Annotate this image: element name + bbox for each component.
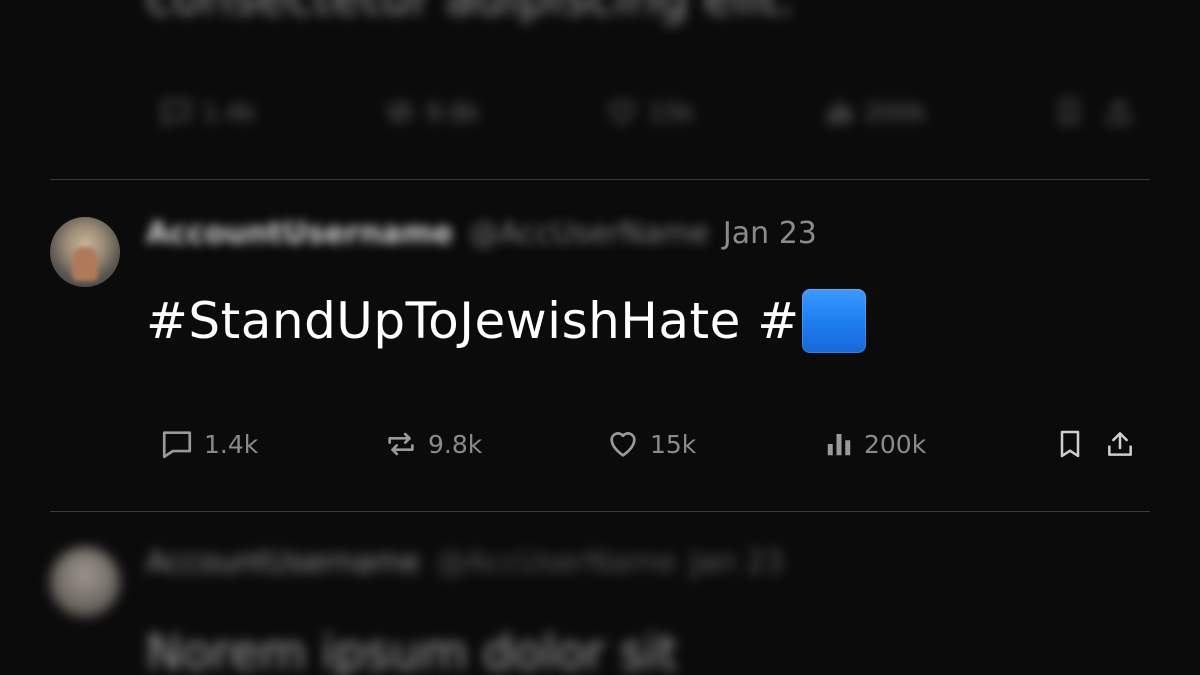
previous-post-text: consectetur adipiscing elit. [146,0,794,26]
divider-top [50,179,1150,180]
views-icon [827,102,851,124]
next-post-date[interactable]: Jan 23 [690,545,784,580]
repost-count: 9.8k [426,97,481,127]
reply-icon [162,100,190,126]
timeline-feed: consectetur adipiscing elit. 1.4k 9.8k 1… [0,0,1200,675]
bookmark-icon [1060,99,1078,125]
blue-square-emoji-icon [801,289,866,353]
next-post-header: AccountUsername @AccUserName Jan 23 [146,545,784,580]
next-post-avatar[interactable] [50,547,120,617]
post-date[interactable]: Jan 23 [723,216,817,251]
next-post-display-name[interactable]: AccountUsername [146,545,420,580]
next-post-text: Norem ipsum dolor sit [146,625,678,675]
previous-share-button[interactable] [1104,92,1134,132]
next-post[interactable]: AccountUsername @AccUserName Jan 23 Norem … [0,515,1200,675]
divider-bottom [50,511,1150,512]
previous-post-actions: 1.4k 9.8k 15k 200k [160,92,1140,132]
like-icon [610,100,634,124]
previous-views-button[interactable]: 200k [824,92,926,132]
share-icon [1108,432,1132,456]
repost-icon [388,101,412,123]
post-body: #StandUpToJewishHate # [146,289,866,353]
reply-count: 1.4k [204,429,259,459]
display-name[interactable]: AccountUsername [146,216,453,251]
views-button[interactable]: 200k [824,424,926,464]
previous-repost-button[interactable]: 9.8k [384,92,480,132]
previous-bookmark-button[interactable] [1054,92,1084,132]
repost-icon [388,432,414,456]
views-icon [827,434,851,456]
avatar[interactable] [50,217,120,287]
reply-count: 1.4k [202,97,257,127]
share-button[interactable] [1104,424,1136,464]
post-text[interactable]: #StandUpToJewishHate # [146,292,800,350]
post[interactable]: AccountUsername @AccUserName Jan 23 #Sta… [0,181,1200,511]
reply-icon [162,431,192,459]
reply-button[interactable]: 1.4k [160,424,258,464]
bookmark-icon [1060,430,1080,458]
repost-count: 9.8k [428,429,483,459]
views-count: 200k [864,97,927,127]
previous-like-button[interactable]: 15k [606,92,694,132]
share-icon [1107,100,1131,124]
views-count: 200k [864,429,927,459]
like-count: 15k [650,429,697,459]
bookmark-button[interactable] [1054,424,1086,464]
previous-post[interactable]: consectetur adipiscing elit. 1.4k 9.8k 1… [0,0,1200,175]
like-icon [610,432,636,457]
avatar-image [72,247,98,281]
post-header: AccountUsername @AccUserName Jan 23 [146,211,817,255]
like-button[interactable]: 15k [606,424,696,464]
repost-button[interactable]: 9.8k [384,424,482,464]
like-count: 15k [648,97,695,127]
next-post-handle: @AccUserName [436,545,676,580]
post-actions: 1.4k 9.8k 15k 200k [160,424,1140,464]
previous-reply-button[interactable]: 1.4k [160,92,256,132]
user-handle: @AccUserName [469,215,709,251]
